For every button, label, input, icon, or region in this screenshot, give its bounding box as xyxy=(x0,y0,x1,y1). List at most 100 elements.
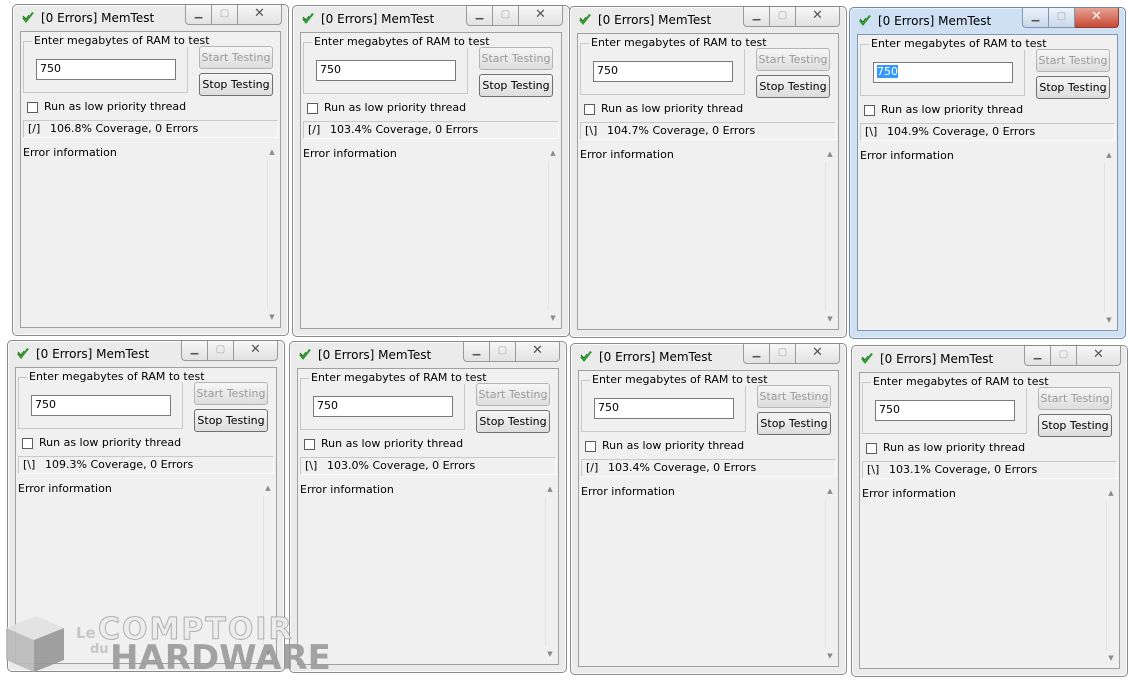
scroll-track[interactable] xyxy=(825,499,836,648)
title-bar[interactable]: [0 Errors] MemTest ▁ ▢ ✕ xyxy=(290,342,566,366)
low-priority-checkbox[interactable] xyxy=(866,443,877,454)
vertical-scrollbar[interactable]: ▲ ▼ xyxy=(545,145,561,328)
memtest-window[interactable]: [0 Errors] MemTest ▁ ▢ ✕ Enter megabytes… xyxy=(292,5,570,337)
close-button[interactable]: ✕ xyxy=(1077,346,1121,366)
title-bar[interactable]: [0 Errors] MemTest ▁ ▢ ✕ xyxy=(850,8,1125,32)
scroll-down-arrow-icon[interactable]: ▼ xyxy=(1103,314,1115,326)
minimize-button[interactable]: ▁ xyxy=(1024,346,1051,366)
ram-input[interactable]: 750 xyxy=(36,59,176,80)
scroll-down-arrow-icon[interactable]: ▼ xyxy=(824,313,836,325)
scroll-up-arrow-icon[interactable]: ▲ xyxy=(824,485,836,497)
close-button[interactable]: ✕ xyxy=(1075,8,1119,28)
memtest-window[interactable]: [0 Errors] MemTest ▁ ▢ ✕ Enter megabytes… xyxy=(851,345,1128,677)
start-testing-button[interactable]: Start Testing xyxy=(199,46,273,69)
minimize-button[interactable]: ▁ xyxy=(466,6,493,26)
scroll-down-arrow-icon[interactable]: ▼ xyxy=(266,311,278,323)
low-priority-checkbox[interactable] xyxy=(584,104,595,115)
error-information-box[interactable]: Error information ▲ ▼ xyxy=(579,483,838,666)
error-information-box[interactable]: Error information ▲ ▼ xyxy=(298,481,558,664)
ram-input[interactable]: 750 xyxy=(873,62,1013,83)
low-priority-checkbox[interactable] xyxy=(307,103,318,114)
start-testing-button[interactable]: Start Testing xyxy=(756,48,830,71)
stop-testing-button[interactable]: Stop Testing xyxy=(194,409,268,432)
ram-input[interactable]: 750 xyxy=(594,398,734,419)
title-bar[interactable]: [0 Errors] MemTest ▁ ▢ ✕ xyxy=(571,344,846,368)
minimize-button[interactable]: ▁ xyxy=(181,341,208,361)
title-bar[interactable]: [0 Errors] MemTest ▁ ▢ ✕ xyxy=(8,341,284,365)
error-information-box[interactable]: Error information ▲ ▼ xyxy=(858,147,1117,330)
scroll-up-arrow-icon[interactable]: ▲ xyxy=(262,482,274,494)
vertical-scrollbar[interactable]: ▲ ▼ xyxy=(542,481,558,664)
scroll-down-arrow-icon[interactable]: ▼ xyxy=(544,648,556,660)
error-information-box[interactable]: Error information ▲ ▼ xyxy=(860,485,1119,668)
stop-testing-button[interactable]: Stop Testing xyxy=(199,73,273,96)
scroll-up-arrow-icon[interactable]: ▲ xyxy=(824,148,836,160)
start-testing-button[interactable]: Start Testing xyxy=(757,385,831,408)
memtest-window[interactable]: [0 Errors] MemTest ▁ ▢ ✕ Enter megabytes… xyxy=(569,6,847,338)
low-priority-label[interactable]: Run as low priority thread xyxy=(44,100,186,113)
scroll-track[interactable] xyxy=(267,160,278,309)
stop-testing-button[interactable]: Stop Testing xyxy=(1036,76,1110,99)
minimize-button[interactable]: ▁ xyxy=(1022,8,1049,28)
ram-input[interactable]: 750 xyxy=(313,396,453,417)
title-bar[interactable]: [0 Errors] MemTest ▁ ▢ ✕ xyxy=(570,7,846,31)
stop-testing-button[interactable]: Stop Testing xyxy=(476,410,550,433)
start-testing-button[interactable]: Start Testing xyxy=(476,383,550,406)
low-priority-checkbox[interactable] xyxy=(22,438,33,449)
memtest-window[interactable]: [0 Errors] MemTest ▁ ▢ ✕ Enter megabytes… xyxy=(849,7,1126,339)
minimize-button[interactable]: ▁ xyxy=(185,5,212,25)
stop-testing-button[interactable]: Stop Testing xyxy=(757,412,831,435)
low-priority-label[interactable]: Run as low priority thread xyxy=(324,101,466,114)
title-bar[interactable]: [0 Errors] MemTest ▁ ▢ ✕ xyxy=(13,5,288,29)
close-button[interactable]: ✕ xyxy=(234,341,278,361)
ram-input[interactable]: 750 xyxy=(875,400,1015,421)
stop-testing-button[interactable]: Stop Testing xyxy=(479,74,553,97)
close-button[interactable]: ✕ xyxy=(796,344,840,364)
low-priority-checkbox[interactable] xyxy=(304,439,315,450)
low-priority-label[interactable]: Run as low priority thread xyxy=(602,439,744,452)
scroll-up-arrow-icon[interactable]: ▲ xyxy=(544,483,556,495)
low-priority-checkbox[interactable] xyxy=(585,441,596,452)
stop-testing-button[interactable]: Stop Testing xyxy=(756,75,830,98)
close-button[interactable]: ✕ xyxy=(796,7,840,27)
scroll-track[interactable] xyxy=(545,497,556,646)
close-button[interactable]: ✕ xyxy=(516,342,560,362)
title-bar[interactable]: [0 Errors] MemTest ▁ ▢ ✕ xyxy=(852,346,1127,370)
error-information-box[interactable]: Error information ▲ ▼ xyxy=(301,145,561,328)
memtest-window[interactable]: [0 Errors] MemTest ▁ ▢ ✕ Enter megabytes… xyxy=(570,343,847,675)
scroll-down-arrow-icon[interactable]: ▼ xyxy=(1105,652,1117,664)
scroll-up-arrow-icon[interactable]: ▲ xyxy=(1103,149,1115,161)
close-button[interactable]: ✕ xyxy=(238,5,282,25)
ram-input[interactable]: 750 xyxy=(31,395,171,416)
low-priority-label[interactable]: Run as low priority thread xyxy=(601,102,743,115)
scroll-up-arrow-icon[interactable]: ▲ xyxy=(547,147,559,159)
memtest-window[interactable]: [0 Errors] MemTest ▁ ▢ ✕ Enter megabytes… xyxy=(12,4,289,336)
close-button[interactable]: ✕ xyxy=(519,6,563,26)
error-information-box[interactable]: Error information ▲ ▼ xyxy=(21,144,280,327)
scroll-down-arrow-icon[interactable]: ▼ xyxy=(824,650,836,662)
vertical-scrollbar[interactable]: ▲ ▼ xyxy=(1101,147,1117,330)
scroll-track[interactable] xyxy=(548,161,559,310)
minimize-button[interactable]: ▁ xyxy=(743,7,770,27)
error-information-box[interactable]: Error information ▲ ▼ xyxy=(578,146,838,329)
vertical-scrollbar[interactable]: ▲ ▼ xyxy=(822,146,838,329)
stop-testing-button[interactable]: Stop Testing xyxy=(1038,414,1112,437)
vertical-scrollbar[interactable]: ▲ ▼ xyxy=(264,144,280,327)
title-bar[interactable]: [0 Errors] MemTest ▁ ▢ ✕ xyxy=(293,6,569,30)
start-testing-button[interactable]: Start Testing xyxy=(1036,49,1110,72)
start-testing-button[interactable]: Start Testing xyxy=(194,382,268,405)
scroll-track[interactable] xyxy=(825,162,836,311)
scroll-track[interactable] xyxy=(1106,501,1117,650)
vertical-scrollbar[interactable]: ▲ ▼ xyxy=(1103,485,1119,668)
scroll-up-arrow-icon[interactable]: ▲ xyxy=(1105,487,1117,499)
minimize-button[interactable]: ▁ xyxy=(463,342,490,362)
scroll-up-arrow-icon[interactable]: ▲ xyxy=(266,146,278,158)
scroll-track[interactable] xyxy=(1104,163,1115,312)
start-testing-button[interactable]: Start Testing xyxy=(479,47,553,70)
memtest-window[interactable]: [0 Errors] MemTest ▁ ▢ ✕ Enter megabytes… xyxy=(289,341,567,673)
low-priority-label[interactable]: Run as low priority thread xyxy=(321,437,463,450)
vertical-scrollbar[interactable]: ▲ ▼ xyxy=(822,483,838,666)
ram-input[interactable]: 750 xyxy=(316,60,456,81)
start-testing-button[interactable]: Start Testing xyxy=(1038,387,1112,410)
low-priority-label[interactable]: Run as low priority thread xyxy=(883,441,1025,454)
